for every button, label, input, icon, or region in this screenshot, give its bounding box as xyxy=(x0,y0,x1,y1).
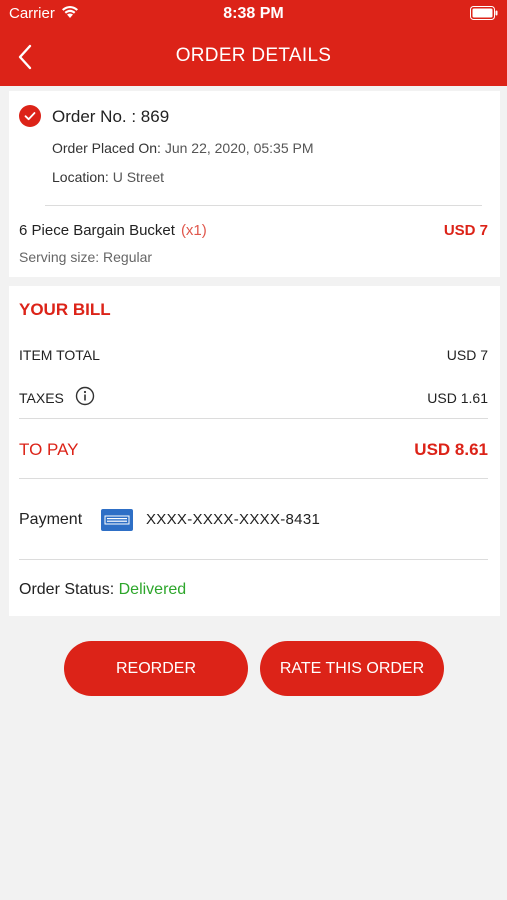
status-bar: Carrier 8:38 PM xyxy=(0,0,507,28)
divider xyxy=(19,418,488,419)
divider xyxy=(45,205,482,206)
status-time: 8:38 PM xyxy=(223,5,284,22)
order-status: Order Status: Delivered xyxy=(19,581,186,599)
payment-label: Payment xyxy=(19,511,83,528)
item-total-value: USD 7 xyxy=(446,347,488,363)
header: Carrier 8:38 PM ORDER DETAILS xyxy=(0,0,507,86)
item-name-label: 6 Piece Bargain Bucket xyxy=(19,222,175,239)
divider xyxy=(19,478,488,479)
order-number: Order No. : 869 xyxy=(52,107,170,126)
page-title: ORDER DETAILS xyxy=(175,45,332,66)
order-card: Order No. : 869 Order Placed On: Jun 22,… xyxy=(9,91,500,277)
to-pay-label: TO PAY xyxy=(19,440,79,459)
order-status-label: Order Status: xyxy=(19,581,115,598)
check-circle-icon xyxy=(19,105,41,127)
item-total-label: ITEM TOTAL xyxy=(19,347,100,363)
card-number: XXXX-XXXX-XXXX-8431 xyxy=(146,511,321,528)
order-location-value: U Street xyxy=(112,169,165,185)
bill-card: YOUR BILL ITEM TOTAL USD 7 TAXES USD 1.6… xyxy=(9,286,500,616)
order-location-label: Location: xyxy=(52,169,109,185)
order-placed-value: Jun 22, 2020, 05:35 PM xyxy=(164,140,314,156)
battery-icon xyxy=(470,6,498,20)
rate-order-button[interactable]: RATE THIS ORDER xyxy=(260,641,444,696)
credit-card-icon xyxy=(101,509,133,531)
divider xyxy=(19,559,488,560)
bill-title: YOUR BILL xyxy=(19,300,111,319)
item-price: USD 7 xyxy=(443,222,488,239)
reorder-button[interactable]: REORDER xyxy=(64,641,248,696)
item-serving-size: Serving size: Regular xyxy=(19,249,153,265)
item-quantity: (x1) xyxy=(180,222,207,239)
order-placed-label: Order Placed On: xyxy=(52,140,161,156)
taxes-value: USD 1.61 xyxy=(427,390,488,406)
to-pay-value: USD 8.61 xyxy=(414,440,488,459)
item-name: 6 Piece Bargain Bucket (x1) xyxy=(19,222,207,239)
info-icon[interactable] xyxy=(75,386,95,406)
order-placed: Order Placed On: Jun 22, 2020, 05:35 PM xyxy=(52,140,314,156)
taxes-label: TAXES xyxy=(19,390,64,406)
order-location: Location: U Street xyxy=(52,169,164,185)
order-status-value: Delivered xyxy=(118,581,187,598)
